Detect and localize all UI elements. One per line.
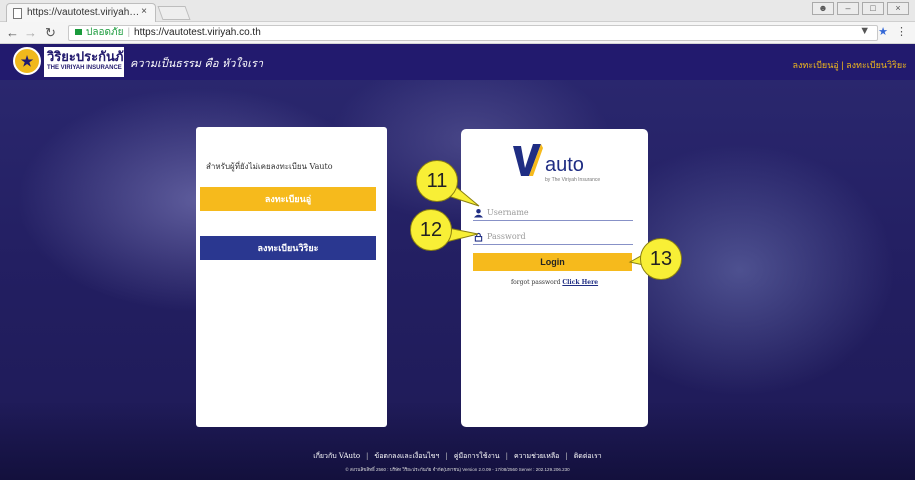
browser-tab-strip: https://vautotest.viriyah… × ☻ – □ × (0, 0, 915, 22)
callout-13: 13 (640, 238, 682, 280)
register-prompt: สำหรับผู้ที่ยังไม่เคยลงทะเบียน Vauto (206, 162, 333, 171)
tab-close-icon[interactable]: × (141, 6, 147, 17)
footer-link-terms[interactable]: ข้อตกลงและเงื่อนไขฯ (374, 452, 439, 460)
footer-separator: | (565, 452, 568, 460)
footer-separator: | (505, 452, 508, 460)
window-controls: ☻ – □ × (812, 2, 909, 15)
login-card: auto by The Viriyah Insurance (461, 129, 648, 427)
browser-tab[interactable]: https://vautotest.viriyah… × (6, 3, 156, 22)
new-tab-button[interactable] (157, 6, 191, 20)
page-icon (13, 8, 22, 19)
callout-11: 11 (416, 160, 458, 202)
user-icon (474, 208, 483, 218)
username-placeholder: Username (487, 208, 529, 217)
footer-copyright: © สงวนลิขสิทธิ์ 2560 : บริษัท วิริยะประก… (345, 467, 570, 472)
register-card: สำหรับผู้ที่ยังไม่เคยลงทะเบียน Vauto ลงท… (196, 127, 387, 427)
site-header: ★ วิริยะประกันภัย THE VIRIYAH INSURANCE … (0, 44, 915, 80)
register-garage-button[interactable]: ลงทะเบียนอู่ (200, 187, 376, 211)
forgot-password-link[interactable]: Click Here (562, 279, 598, 286)
maximize-icon[interactable]: □ (862, 2, 884, 15)
vauto-v-icon (513, 144, 543, 176)
menu-icon[interactable]: ⋮ (896, 25, 907, 38)
lock-icon (474, 232, 483, 242)
callout-12: 12 (410, 209, 452, 251)
url-separator: | (127, 27, 131, 38)
url-text: https://vautotest.viriyah.co.th (134, 27, 261, 38)
logo-english-text: THE VIRIYAH INSURANCE (47, 65, 122, 71)
site-logo[interactable]: วิริยะประกันภัย THE VIRIYAH INSURANCE (44, 47, 132, 77)
login-button[interactable]: Login (473, 253, 632, 271)
viriyah-emblem-icon: ★ (13, 47, 41, 75)
forgot-password: forgot password Click Here (461, 279, 648, 286)
minimize-icon[interactable]: – (837, 2, 859, 15)
username-input[interactable]: Username (473, 206, 633, 221)
vauto-logo-tagline: by The Viriyah Insurance (545, 177, 601, 183)
reload-icon[interactable]: ↻ (45, 25, 56, 41)
forward-arrow-icon[interactable]: → (24, 25, 37, 41)
vauto-logo-word: auto (545, 154, 584, 176)
address-bar: ← → ↻ ปลอดภัย | https://vautotest.viriyah.… (0, 22, 915, 44)
footer-link-manual[interactable]: คู่มือการใช้งาน (454, 452, 500, 460)
footer-separator: | (445, 452, 448, 460)
translate-icon[interactable]: ▼ (859, 25, 870, 38)
footer-links: เกี่ยวกับ VAuto | ข้อตกลงและเงื่อนไขฯ | คู่ม… (0, 451, 915, 462)
hero-background (0, 80, 915, 480)
tab-title: https://vautotest.viriyah… (27, 7, 140, 18)
bookmark-star-icon[interactable]: ★ (878, 25, 888, 38)
footer-link-help[interactable]: ความช่วยเหลือ (514, 452, 559, 460)
password-placeholder: Password (487, 232, 526, 241)
vauto-logo: auto by The Viriyah Insurance (511, 142, 601, 187)
back-arrow-icon[interactable]: ← (6, 25, 19, 41)
user-icon[interactable]: ☻ (812, 2, 834, 15)
url-field[interactable]: ปลอดภัย | https://vautotest.viriyah.co.th (68, 25, 878, 41)
slogan: ความเป็นธรรม คือ หัวใจเรา (130, 57, 264, 70)
top-register-links[interactable]: ลงทะเบียนอู่ | ลงทะเบียนวิริยะ (792, 58, 907, 72)
footer-separator: | (366, 452, 369, 460)
logo-thai-text: วิริยะประกันภัย (47, 49, 132, 64)
secure-label: ปลอดภัย (86, 27, 124, 38)
password-input[interactable]: Password (473, 230, 633, 245)
lock-icon (75, 29, 82, 35)
address-bar-icons: ▼ ★ ⋮ (859, 25, 907, 38)
register-viriyah-button[interactable]: ลงทะเบียนวิริยะ (200, 236, 376, 260)
footer-link-about[interactable]: เกี่ยวกับ VAuto (313, 452, 360, 460)
footer-link-contact[interactable]: ติดต่อเรา (574, 452, 602, 460)
forgot-password-text: forgot password (510, 279, 563, 286)
close-window-icon[interactable]: × (887, 2, 909, 15)
